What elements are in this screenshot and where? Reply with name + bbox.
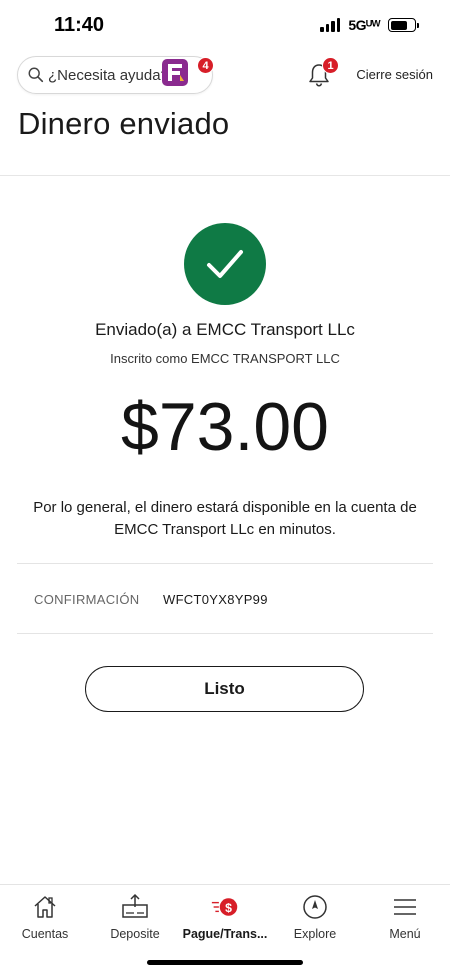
nav-item-accounts[interactable]: Cuentas (0, 885, 90, 945)
cellular-signal-icon (320, 18, 341, 32)
sent-to-recipient: Enviado(a) a EMCC Transport LLc (95, 320, 355, 339)
nav-label-pay-transfer: Pague/Trans... (182, 927, 268, 941)
network-type: 5Gᵁᵂ (348, 17, 380, 33)
nav-label-explore: Explore (293, 927, 337, 941)
nav-label-accounts: Cuentas (21, 927, 69, 941)
bottom-nav: Cuentas Deposite $ Pague/Trans... Explor… (0, 884, 450, 944)
nav-label-deposit: Deposite (110, 927, 160, 941)
success-check-icon (184, 223, 266, 305)
fargo-assistant-icon[interactable] (162, 59, 188, 86)
header-divider (0, 175, 450, 176)
divider-bottom (17, 633, 433, 634)
nav-item-pay-transfer[interactable]: $ Pague/Trans... (180, 885, 270, 945)
nav-item-deposit[interactable]: Deposite (90, 885, 180, 945)
logout-link[interactable]: Cierre sesión (356, 67, 433, 82)
search-icon (28, 67, 44, 83)
confirmation-label: CONFIRMACIÓN (34, 592, 140, 607)
svg-text:$: $ (225, 901, 232, 915)
status-indicators: 5Gᵁᵂ (320, 17, 419, 33)
status-bar: 11:40 5Gᵁᵂ (0, 0, 450, 52)
nav-item-explore[interactable]: Explore (270, 885, 360, 945)
battery-icon (388, 18, 419, 32)
home-indicator[interactable] (147, 960, 303, 965)
pay-transfer-icon: $ (211, 893, 239, 921)
done-button[interactable]: Listo (85, 666, 364, 712)
nav-label-menu: Menú (389, 927, 421, 941)
deposit-check-icon (121, 893, 149, 921)
confirmation-number: WFCT0YX8YP99 (163, 592, 268, 607)
help-badge: 4 (197, 57, 214, 74)
notification-badge: 1 (322, 57, 339, 74)
divider-top (17, 563, 433, 564)
help-search-label: ¿Necesita ayuda? (48, 66, 169, 84)
compass-icon (301, 893, 329, 921)
home-icon (31, 893, 59, 921)
top-bar: ¿Necesita ayuda? 4 1 Cierre sesión (0, 54, 450, 96)
enrolled-as: Inscrito como EMCC TRANSPORT LLC (110, 351, 340, 366)
nav-item-menu[interactable]: Menú (360, 885, 450, 945)
page-title: Dinero enviado (18, 106, 230, 141)
hamburger-menu-icon (391, 893, 419, 921)
amount-sent: $73.00 (121, 389, 329, 465)
availability-message: Por lo general, el dinero estará disponi… (33, 499, 417, 538)
status-time: 11:40 (54, 14, 105, 36)
